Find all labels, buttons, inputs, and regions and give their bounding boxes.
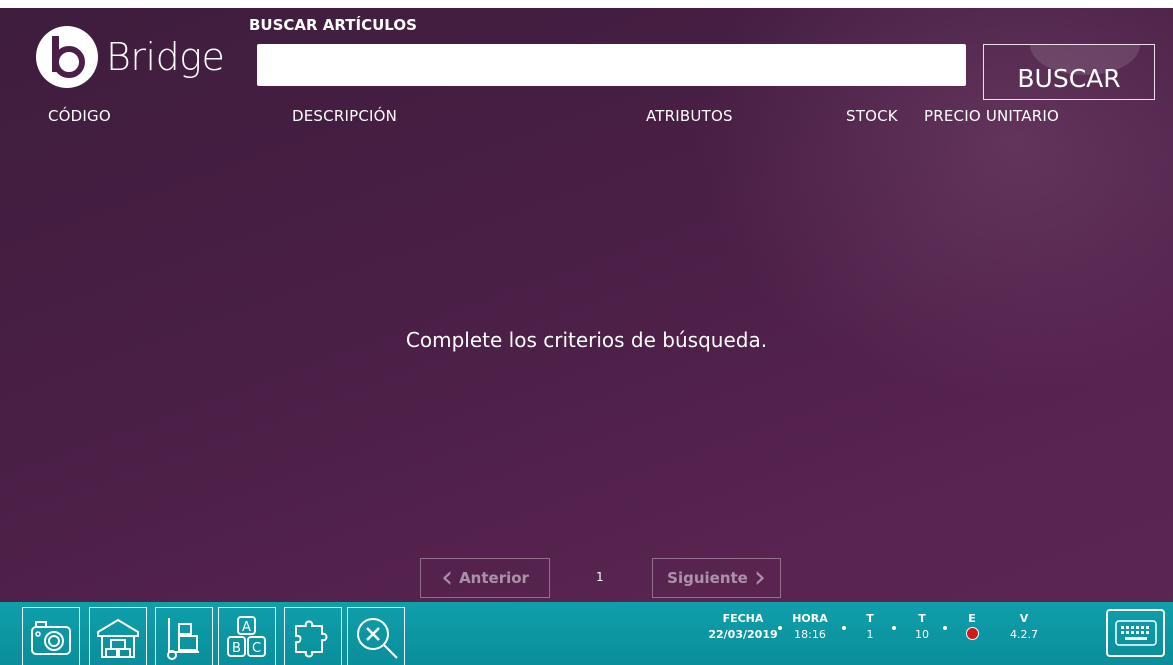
chevron-right-icon: ›	[753, 560, 766, 595]
status-t1: T 1	[860, 612, 880, 641]
status-t1-value: 1	[866, 628, 874, 641]
column-header-codigo: CÓDIGO	[48, 107, 111, 125]
status-separator	[778, 626, 782, 630]
status-t1-label: T	[866, 612, 874, 625]
keyboard-button[interactable]	[1106, 609, 1165, 657]
column-header-descripcion: DESCRIPCIÓN	[292, 107, 398, 125]
svg-text:C: C	[252, 641, 261, 656]
status-date-value: 22/03/2019	[708, 628, 778, 641]
search-input[interactable]	[257, 44, 966, 86]
brand-name: Bridge	[106, 35, 225, 79]
status-separator	[842, 626, 846, 630]
status-date-label: FECHA	[722, 612, 764, 625]
top-border	[0, 0, 1173, 8]
status-version: V 4.2.7	[1004, 612, 1044, 641]
chevron-left-icon: ‹	[441, 560, 454, 595]
hand-truck-icon	[167, 617, 199, 660]
status-version-value: 4.2.7	[1010, 628, 1038, 641]
column-header-atributos: ATRIBUTOS	[646, 107, 733, 125]
keyboard-icon	[1114, 620, 1157, 646]
svg-text:B: B	[232, 641, 241, 656]
hand-truck-button[interactable]	[155, 607, 213, 665]
previous-page-label: Anterior	[459, 569, 529, 587]
status-separator	[943, 626, 947, 630]
camera-icon	[31, 620, 71, 655]
error-indicator-icon	[965, 627, 979, 640]
brand-logo: Bridge	[36, 26, 225, 88]
status-t2: T 10	[910, 612, 934, 641]
app-root: Bridge BUSCAR ARTÍCULOS BUSCAR CÓDIGO DE…	[0, 0, 1173, 665]
camera-button[interactable]	[22, 607, 80, 665]
status-date: FECHA 22/03/2019	[708, 612, 778, 641]
clear-search-button[interactable]	[347, 607, 405, 665]
column-header-precio-unitario: PRECIO UNITARIO	[924, 107, 1059, 125]
puzzle-button[interactable]	[284, 607, 342, 665]
search-button[interactable]: BUSCAR	[983, 44, 1155, 100]
brand-logo-icon	[36, 26, 98, 88]
puzzle-icon	[295, 620, 328, 657]
abc-blocks-icon: A B C	[227, 615, 266, 657]
empty-results-message: Complete los criterios de búsqueda.	[405, 328, 768, 352]
status-t2-label: T	[918, 612, 926, 625]
svg-text:A: A	[242, 620, 251, 635]
column-header-stock: STOCK	[846, 107, 898, 125]
clear-search-icon	[357, 617, 398, 659]
warehouse-icon	[97, 618, 139, 658]
status-time-label: HORA	[792, 612, 828, 625]
search-label: BUSCAR ARTÍCULOS	[249, 16, 417, 34]
abc-button[interactable]: A B C	[218, 607, 276, 665]
status-time-value: 18:16	[794, 628, 826, 641]
current-page-number: 1	[596, 570, 604, 584]
next-page-button[interactable]: Siguiente ›	[652, 558, 781, 598]
status-error-label: E	[968, 612, 976, 625]
previous-page-button[interactable]: ‹ Anterior	[420, 558, 550, 598]
status-version-label: V	[1019, 612, 1029, 625]
status-separator	[892, 626, 896, 630]
status-t2-value: 10	[915, 628, 929, 641]
warehouse-button[interactable]	[89, 607, 147, 665]
status-time: HORA 18:16	[790, 612, 830, 641]
next-page-label: Siguiente	[667, 569, 748, 587]
status-error: E	[962, 612, 982, 644]
